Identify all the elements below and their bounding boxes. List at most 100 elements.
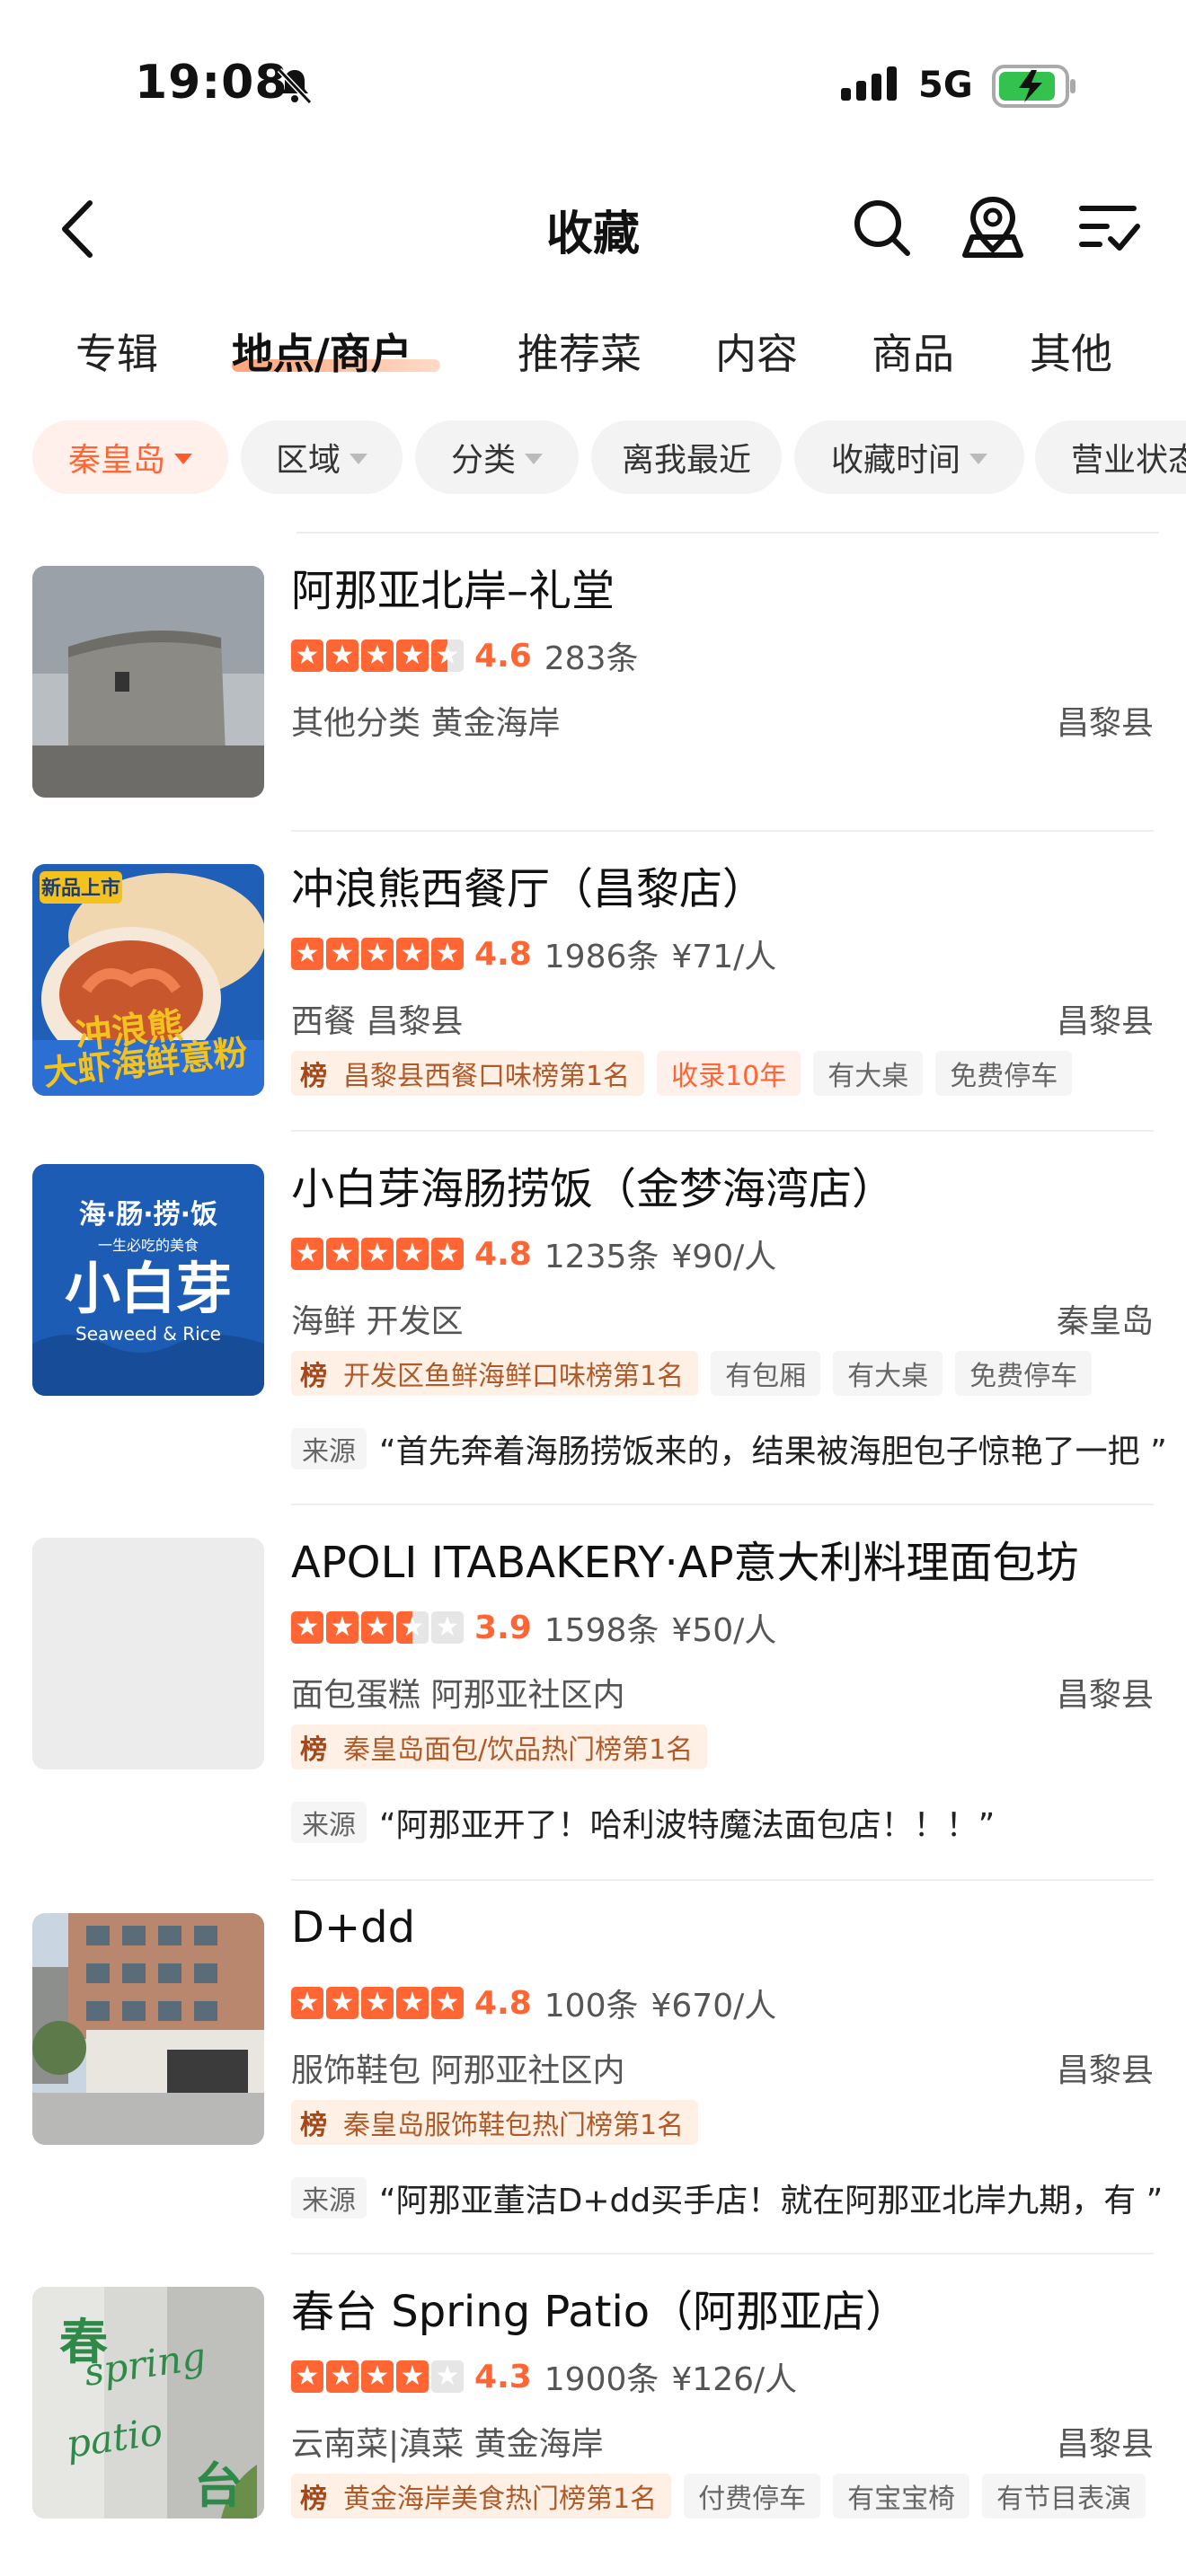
star-rating xyxy=(291,937,464,971)
place-category: 海鲜 开发区 xyxy=(291,1303,464,1340)
tags-row: 榜黄金海岸美食热门榜第1名 付费停车 有宝宝椅 有节目表演 xyxy=(291,2474,1146,2519)
star-rating xyxy=(291,2360,464,2394)
rank-badge-icon: 榜 xyxy=(300,1734,327,1766)
tab-content[interactable]: 内容 xyxy=(715,322,798,381)
ranking-tag[interactable]: 榜秦皇岛面包/饮品热门榜第1名 xyxy=(291,1725,708,1769)
filter-saved-time[interactable]: 收藏时间 xyxy=(794,420,1024,494)
filter-nearest-label: 离我最近 xyxy=(621,442,751,479)
place-district: 昌黎县 xyxy=(1056,1677,1154,1714)
place-name[interactable]: D+dd xyxy=(291,1902,415,1953)
manage-list-icon[interactable] xyxy=(1078,196,1141,259)
ranking-text: 开发区鱼鲜海鲜口味榜第1名 xyxy=(343,1361,685,1392)
tab-recommended-dishes[interactable]: 推荐菜 xyxy=(518,322,642,381)
filter-nearest[interactable]: 离我最近 xyxy=(591,420,782,494)
star-icon xyxy=(361,1610,394,1645)
place-district: 昌黎县 xyxy=(1056,2052,1154,2089)
rating-score: 4.8 xyxy=(474,1235,532,1273)
review-count: 100条 xyxy=(544,1988,639,2025)
star-icon xyxy=(291,639,323,673)
divider xyxy=(291,2253,1154,2254)
star-icon xyxy=(396,2360,429,2394)
tab-products[interactable]: 商品 xyxy=(872,322,954,381)
star-icon xyxy=(291,1986,323,2020)
filter-business-status[interactable]: 营业状态 xyxy=(1035,420,1186,494)
avg-price: ¥670/人 xyxy=(651,1988,777,2025)
place-name[interactable]: 冲浪熊西餐厅（昌黎店） xyxy=(291,853,766,916)
star-icon xyxy=(361,1986,394,2020)
caret-down-icon xyxy=(969,454,987,464)
tags-row: 榜秦皇岛面包/饮品热门榜第1名 xyxy=(291,1725,708,1769)
star-icon xyxy=(326,2360,358,2394)
star-icon xyxy=(291,2360,323,2394)
status-time: 19:08 xyxy=(135,56,288,110)
place-thumbnail[interactable]: 新品上市 冲浪熊 大虾海鲜意粉 xyxy=(32,864,264,1096)
tags-row: 榜开发区鱼鲜海鲜口味榜第1名 有包厢 有大桌 免费停车 xyxy=(291,1351,1093,1396)
place-thumbnail[interactable]: 海·肠·捞·饭 一生必吃的美食 小白芽 Seaweed & Rice xyxy=(32,1164,264,1396)
rating-row: 4.8 1986条 ¥71/人 xyxy=(291,934,777,975)
source-row[interactable]: 来源 “阿那亚董洁D+dd买手店！就在阿那亚北岸九期，有 ” xyxy=(291,2175,1163,2220)
battery-charging-icon xyxy=(992,65,1075,108)
star-icon xyxy=(396,639,429,673)
category-tabs: 专辑 地点/商户 推荐菜 内容 商品 其他 xyxy=(0,314,1186,395)
place-name[interactable]: APOLI ITABAKERY·AP意大利料理面包坊 xyxy=(291,1527,1079,1590)
star-icon xyxy=(326,639,358,673)
feature-tag: 有包厢 xyxy=(711,1351,821,1396)
star-icon xyxy=(361,937,394,971)
caret-down-icon xyxy=(525,454,543,464)
rating-row: 4.6 283条 xyxy=(291,636,651,677)
place-thumbnail[interactable]: 春 spring patio 台 xyxy=(32,2287,264,2519)
place-name[interactable]: 春台 Spring Patio（阿那亚店） xyxy=(291,2276,908,2339)
feature-tag: 收录10年 xyxy=(657,1051,801,1096)
place-category: 云南菜|滇菜 黄金海岸 xyxy=(291,2426,604,2463)
place-thumbnail[interactable] xyxy=(32,1913,264,2145)
review-count: 1598条 xyxy=(544,1612,659,1649)
divider xyxy=(291,1879,1154,1881)
source-row[interactable]: 来源 “阿那亚开了！哈利波特魔法面包店！！！” xyxy=(291,1800,995,1845)
place-district: 昌黎县 xyxy=(1056,1003,1154,1040)
ranking-text: 秦皇岛面包/饮品热门榜第1名 xyxy=(343,1734,694,1766)
star-icon xyxy=(361,2360,394,2394)
place-district: 昌黎县 xyxy=(1056,2426,1154,2463)
rank-badge-icon: 榜 xyxy=(300,2483,327,2515)
star-rating xyxy=(291,639,464,673)
ranking-tag[interactable]: 榜开发区鱼鲜海鲜口味榜第1名 xyxy=(291,1351,699,1396)
feature-tag: 有大桌 xyxy=(833,1351,943,1396)
avg-price: ¥50/人 xyxy=(671,1612,777,1649)
divider xyxy=(291,1504,1154,1505)
avg-price: ¥71/人 xyxy=(671,939,777,975)
filter-category[interactable]: 分类 xyxy=(415,420,579,494)
tab-places[interactable]: 地点/商户 xyxy=(232,322,412,381)
filter-business-status-label: 营业状态 xyxy=(1071,442,1186,479)
tab-albums[interactable]: 专辑 xyxy=(75,322,158,381)
star-icon xyxy=(326,1986,358,2020)
ranking-tag[interactable]: 榜黄金海岸美食热门榜第1名 xyxy=(291,2474,672,2519)
status-bar: 19:08 5G xyxy=(0,0,1186,171)
feature-tag: 有大桌 xyxy=(813,1051,924,1096)
star-icon xyxy=(431,639,464,673)
ranking-tag[interactable]: 榜秦皇岛服饰鞋包热门榜第1名 xyxy=(291,2100,699,2145)
place-thumbnail[interactable] xyxy=(32,1538,264,1769)
divider xyxy=(291,830,1154,832)
filter-area-label: 区域 xyxy=(275,442,341,479)
tab-other[interactable]: 其他 xyxy=(1030,322,1112,381)
thumb-main: 小白芽 xyxy=(65,1256,232,1321)
ranking-text: 昌黎县西餐口味榜第1名 xyxy=(343,1061,631,1092)
rating-score: 4.8 xyxy=(474,1984,532,2022)
filter-city[interactable]: 秦皇岛 xyxy=(32,420,228,494)
rank-badge-icon: 榜 xyxy=(300,1361,327,1392)
filter-bar: 秦皇岛 区域 分类 离我最近 收藏时间 营业状态 xyxy=(0,420,1186,496)
place-district: 昌黎县 xyxy=(1056,705,1154,742)
filter-area[interactable]: 区域 xyxy=(241,420,403,494)
ranking-tag[interactable]: 榜昌黎县西餐口味榜第1名 xyxy=(291,1051,645,1096)
source-row[interactable]: 来源 “首先奔着海肠捞饭来的，结果被海胆包子惊艳了一把 ” xyxy=(291,1426,1167,1471)
star-icon xyxy=(431,2360,464,2394)
place-thumbnail[interactable] xyxy=(32,566,264,798)
star-rating xyxy=(291,1237,464,1271)
place-name[interactable]: 阿那亚北岸–礼堂 xyxy=(291,555,615,618)
source-label: 来源 xyxy=(291,1428,367,1469)
place-name[interactable]: 小白芽海肠捞饭（金梦海湾店） xyxy=(291,1153,895,1216)
star-icon xyxy=(326,1237,358,1271)
map-pin-person-icon[interactable] xyxy=(961,196,1024,259)
source-label: 来源 xyxy=(291,1802,367,1843)
search-icon[interactable] xyxy=(850,196,913,259)
